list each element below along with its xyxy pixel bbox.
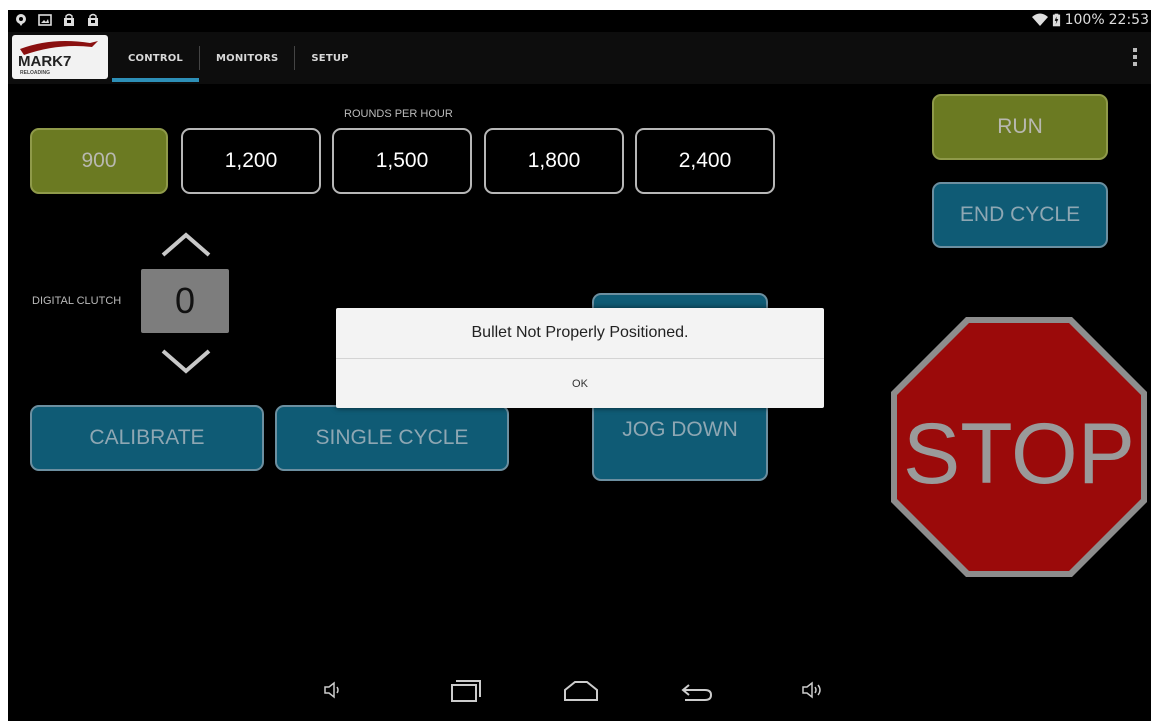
stop-label: STOP (903, 406, 1135, 502)
clutch-down-chevron-icon[interactable] (160, 348, 212, 374)
svg-text:MARK7: MARK7 (18, 53, 71, 70)
rate-button-1800[interactable]: 1,800 (484, 128, 624, 194)
end-cycle-button[interactable]: END CYCLE (932, 182, 1108, 248)
alert-dialog: Bullet Not Properly Positioned. OK (336, 308, 824, 408)
back-icon[interactable] (679, 679, 715, 703)
wifi-icon (1031, 13, 1048, 26)
clutch-up-chevron-icon[interactable] (160, 232, 212, 258)
single-cycle-button[interactable]: SINGLE CYCLE (275, 405, 509, 471)
notification-icons (14, 13, 100, 27)
tab-control[interactable]: CONTROL (112, 32, 200, 84)
volume-up-icon[interactable] (800, 679, 824, 701)
tab-setup[interactable]: SETUP (295, 32, 364, 84)
jog-down-button[interactable]: JOG DOWN (592, 402, 768, 481)
overflow-menu-icon[interactable] (1133, 48, 1137, 69)
svg-text:RELOADING: RELOADING (20, 70, 50, 76)
shopping-bag-icon (88, 13, 98, 26)
stop-sign-button[interactable]: STOP (888, 314, 1150, 580)
rate-button-2400[interactable]: 2,400 (635, 128, 775, 194)
battery-level: 100% (1064, 12, 1105, 28)
system-status: 100% 22:53 (1031, 12, 1149, 28)
recent-apps-icon[interactable] (450, 679, 484, 703)
status-bar: 100% 22:53 (8, 10, 1151, 32)
dialog-ok-button[interactable]: OK (336, 359, 824, 408)
run-button[interactable]: RUN (932, 94, 1108, 160)
rate-button-1200[interactable]: 1,200 (181, 128, 321, 194)
chat-bubble-icon (16, 14, 26, 26)
shopping-bag-icon (64, 13, 74, 26)
tab-bar: CONTROL MONITORS SETUP (112, 32, 365, 84)
clutch-value-display: 0 (141, 269, 229, 333)
rate-button-900[interactable]: 900 (30, 128, 168, 194)
rounds-per-hour-label: ROUNDS PER HOUR (344, 108, 453, 120)
home-icon[interactable] (563, 679, 599, 703)
clock: 22:53 (1108, 12, 1149, 28)
rate-button-1500[interactable]: 1,500 (332, 128, 472, 194)
calibrate-button[interactable]: CALIBRATE (30, 405, 264, 471)
tab-monitors[interactable]: MONITORS (200, 32, 294, 84)
battery-icon (1052, 13, 1060, 27)
mark7-logo: MARK7 RELOADING (12, 35, 108, 79)
digital-clutch-label: DIGITAL CLUTCH (32, 295, 122, 307)
system-nav-bar (8, 665, 1151, 721)
volume-down-icon[interactable] (322, 679, 344, 701)
dialog-message: Bullet Not Properly Positioned. (336, 308, 824, 359)
action-bar: MARK7 RELOADING CONTROL MONITORS SETUP (8, 32, 1151, 84)
image-icon (38, 14, 52, 26)
app-screen: 100% 22:53 MARK7 RELOADING CONTROL MONIT… (8, 10, 1151, 721)
